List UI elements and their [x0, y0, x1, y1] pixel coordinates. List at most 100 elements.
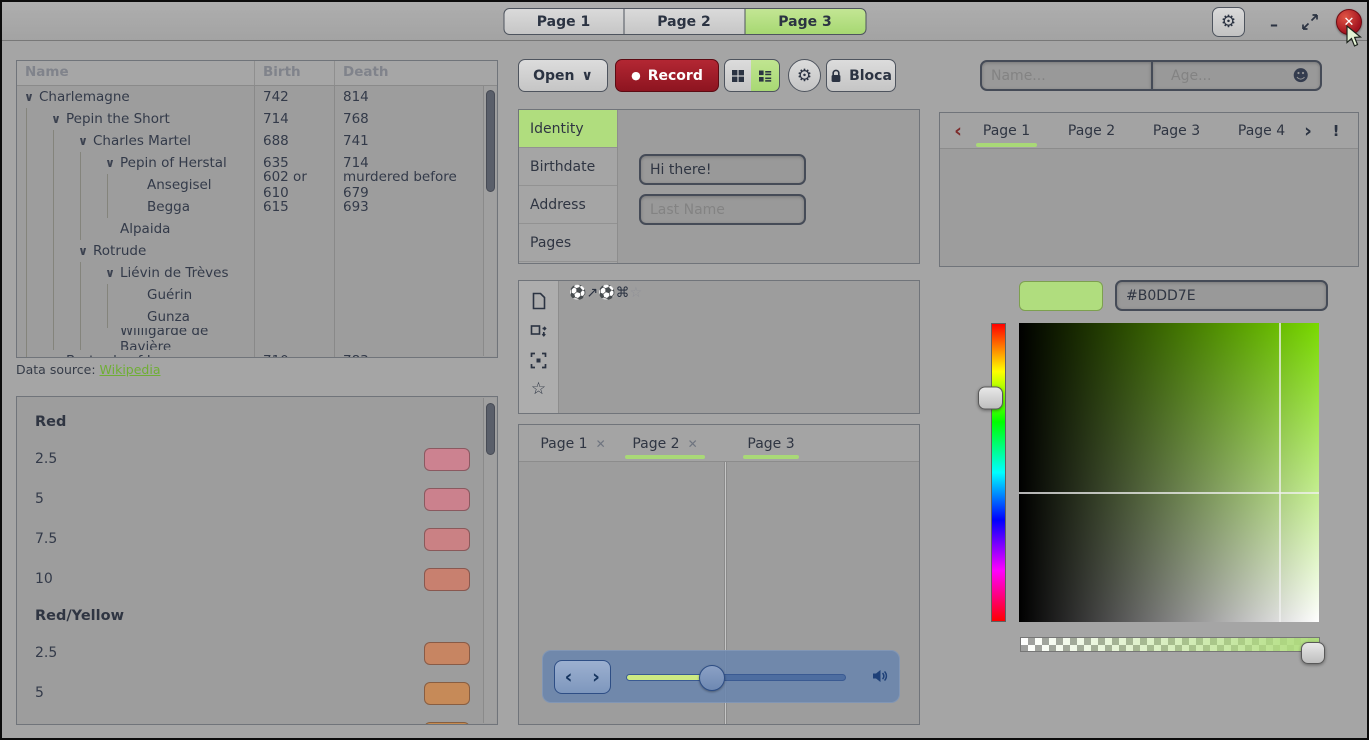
person-name: Pepin of Herstal — [120, 155, 227, 171]
column-header-death[interactable]: Death — [335, 61, 497, 85]
identity-item-identity[interactable]: Identity — [519, 110, 617, 148]
settings-button[interactable]: ⚙ — [1212, 7, 1245, 37]
textview-content[interactable]: ⚽↗⚽⌘☆ — [569, 285, 642, 301]
hue-slider[interactable] — [991, 323, 1006, 622]
mid-tab-page-1[interactable]: Page 1✕ — [533, 425, 613, 462]
tree-row[interactable]: ▸Bertrade of Laon710783 — [17, 350, 483, 357]
wikipedia-link[interactable]: Wikipedia — [100, 362, 161, 377]
age-input[interactable] — [1162, 68, 1292, 84]
right-tab-page-1[interactable]: Page 1 — [964, 113, 1049, 149]
expander-icon[interactable]: ∨ — [47, 112, 65, 126]
titlebar-tab-page-3[interactable]: Page 3 — [745, 8, 866, 35]
tree-row[interactable]: ∨Charles Martel688741 — [17, 130, 483, 152]
tree-cell-death: 768 — [335, 108, 483, 130]
mouse-cursor — [1346, 25, 1363, 48]
tree-cell-birth: 742 — [255, 86, 335, 108]
tree-indent-guide — [107, 306, 125, 328]
seek-slider[interactable] — [626, 674, 846, 681]
grid-view-toggle[interactable] — [724, 59, 752, 92]
tree-scrollbar[interactable] — [483, 86, 496, 356]
hex-color-input[interactable] — [1115, 280, 1328, 311]
scale-item[interactable]: 5 — [17, 673, 483, 713]
right-tab-page-3[interactable]: Page 3 — [1134, 113, 1219, 149]
tree-row[interactable]: ∨Liévin de Trèves — [17, 262, 483, 284]
scale-item[interactable]: 7.5 — [17, 519, 483, 559]
settings-round-button[interactable]: ⚙ — [788, 59, 821, 92]
sv-crosshair-horizontal — [1019, 492, 1319, 494]
tree-row[interactable]: ∨Charlemagne742814 — [17, 86, 483, 108]
mid-tab-page-3[interactable]: Page 3 — [735, 425, 807, 462]
scale-swatch — [424, 448, 470, 471]
titlebar-tab-page-1[interactable]: Page 1 — [503, 8, 624, 35]
tree-row[interactable]: Ansegisel602 or 610murdered before 679 — [17, 174, 483, 196]
minimize-button[interactable]: – — [1263, 8, 1285, 34]
tree-row[interactable]: ∨Pepin the Short714768 — [17, 108, 483, 130]
right-tab-page-4[interactable]: Page 4 — [1219, 113, 1304, 149]
tree-row[interactable]: Begga615693 — [17, 196, 483, 218]
tree-cell-birth: 615 — [255, 196, 335, 218]
color-swatch[interactable] — [1019, 281, 1103, 311]
saturation-value-plane[interactable] — [1019, 323, 1319, 622]
mid-tabbar: Page 1✕ Page 2 ✕ Page 3 — [519, 425, 919, 462]
scale-item[interactable]: 10 — [17, 559, 483, 599]
hue-slider-handle[interactable] — [978, 387, 1003, 410]
seek-slider-handle[interactable] — [699, 665, 725, 691]
grid-icon — [731, 69, 745, 83]
right-tab-page-2[interactable]: Page 2 — [1049, 113, 1134, 149]
expander-icon[interactable]: ∨ — [20, 90, 38, 104]
person-name: Gunza — [147, 309, 190, 325]
mid-tab-label: Page 2 — [632, 436, 679, 452]
first-name-input[interactable] — [639, 154, 806, 185]
scale-item[interactable]: 2.5 — [17, 633, 483, 673]
scale-list-body: Red2.557.510Red/Yellow2.557.5 — [17, 397, 483, 724]
identity-item-address[interactable]: Address — [519, 186, 617, 224]
maximize-button[interactable] — [1301, 13, 1319, 31]
expander-icon[interactable]: ∨ — [74, 134, 92, 148]
age-field[interactable]: ☻ — [1151, 60, 1322, 91]
tab-close-icon[interactable]: ✕ — [688, 437, 698, 451]
expander-icon[interactable]: ▸ — [47, 354, 65, 357]
name-input[interactable] — [980, 60, 1152, 91]
tree-row[interactable]: ∨Rotrude — [17, 240, 483, 262]
active-tab-underline — [976, 143, 1037, 147]
center-focus-icon[interactable] — [530, 352, 547, 369]
next-button[interactable]: › — [582, 660, 611, 694]
emoji-icon[interactable]: ☻ — [1292, 66, 1309, 85]
tree-row[interactable]: Alpaida — [17, 218, 483, 240]
column-header-name[interactable]: Name — [17, 61, 255, 85]
alpha-slider[interactable] — [1020, 637, 1320, 652]
tree-row[interactable]: Gunza — [17, 306, 483, 328]
scale-item[interactable]: 2.5 — [17, 439, 483, 479]
resize-page-icon[interactable] — [530, 323, 547, 339]
record-button[interactable]: ● Record — [615, 59, 719, 92]
expander-icon[interactable]: ∨ — [74, 244, 92, 258]
tree-row[interactable]: Guérin — [17, 284, 483, 306]
lock-button[interactable]: Bloca — [826, 59, 896, 92]
titlebar-tab-page-2[interactable]: Page 2 — [624, 8, 745, 35]
column-header-birth[interactable]: Birth — [255, 61, 335, 85]
person-name: Rotrude — [93, 243, 146, 259]
expander-icon[interactable]: ∨ — [101, 156, 119, 170]
scale-item[interactable]: 5 — [17, 479, 483, 519]
tab-overflow-indicator[interactable]: ! — [1328, 113, 1344, 149]
volume-icon[interactable] — [871, 667, 889, 685]
new-document-icon[interactable] — [531, 292, 547, 310]
open-button[interactable]: Open ∨ — [518, 59, 608, 92]
tree-row[interactable]: Willigarde de Bavière — [17, 328, 483, 350]
scale-item[interactable]: 7.5 — [17, 713, 483, 724]
mid-tab-page-2[interactable]: Page 2 ✕ — [617, 425, 713, 462]
previous-button[interactable]: ‹ — [554, 660, 583, 694]
alpha-slider-handle[interactable] — [1301, 642, 1325, 664]
tab-close-icon[interactable]: ✕ — [596, 437, 606, 451]
star-icon[interactable]: ☆ — [531, 382, 546, 396]
scale-scrollbar-thumb[interactable] — [486, 403, 495, 455]
tree-cell-name: ∨Rotrude — [17, 240, 255, 262]
identity-item-birthdate[interactable]: Birthdate — [519, 148, 617, 186]
scale-scrollbar[interactable] — [483, 398, 496, 723]
textview-panel[interactable]: ☆ ⚽↗⚽⌘☆ — [518, 280, 920, 414]
list-view-toggle[interactable] — [751, 59, 780, 92]
tree-scrollbar-thumb[interactable] — [486, 90, 495, 192]
identity-item-pages[interactable]: Pages — [519, 224, 617, 262]
last-name-input[interactable] — [639, 194, 806, 225]
expander-icon[interactable]: ∨ — [101, 266, 119, 280]
